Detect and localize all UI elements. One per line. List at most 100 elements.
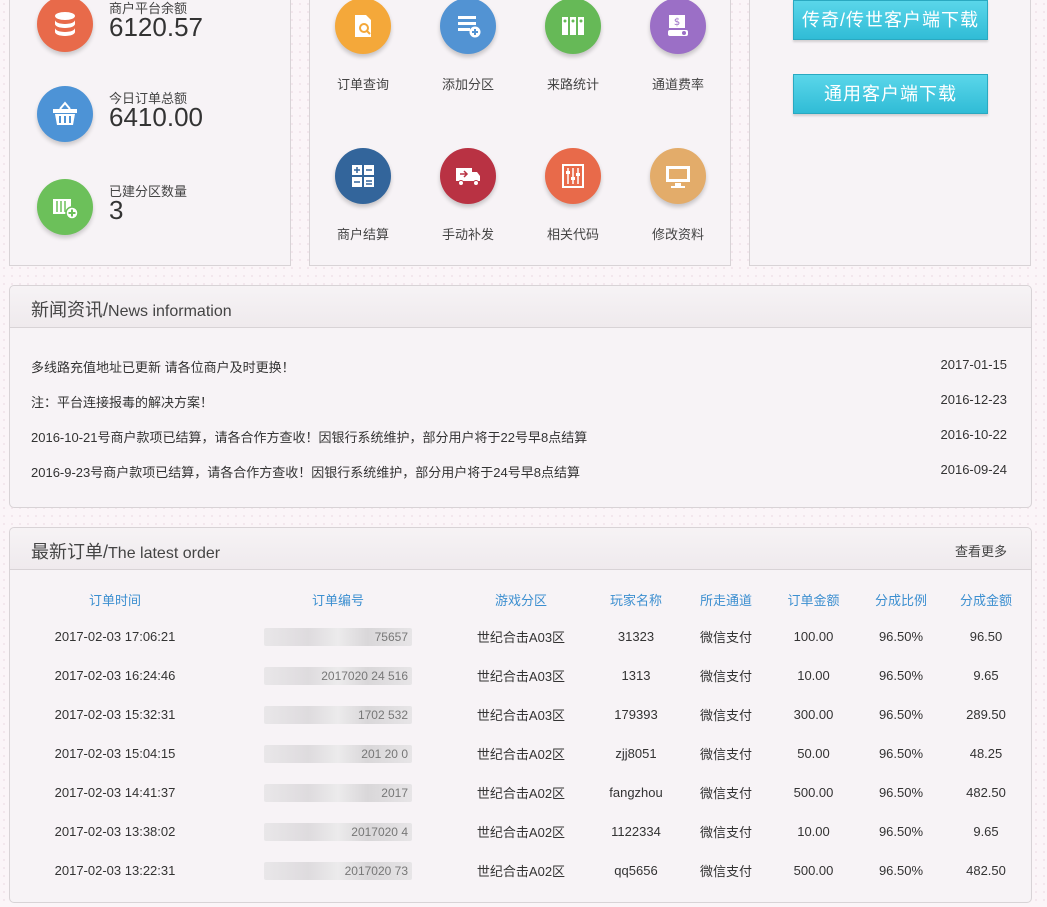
monitor-icon: [650, 148, 706, 204]
table-cell: 96.50%: [878, 863, 924, 878]
news-link[interactable]: 注：平台连接报毒的解决方案！: [31, 392, 213, 411]
table-cell: 世纪合击A03区: [476, 669, 566, 684]
shortcut-source-stats[interactable]: 来路统计: [528, 0, 618, 98]
news-date: 2017-01-15: [940, 357, 1008, 372]
table-cell: 179393: [614, 707, 658, 722]
table-header-row: 订单时间 订单编号 游戏分区 玩家名称 所走通道 订单金额 分成比例 分成金额: [10, 581, 1031, 617]
table-cell: 96.50: [969, 629, 1003, 644]
table-cell: 96.50%: [878, 707, 924, 722]
table-cell: 9.65: [973, 824, 999, 839]
stat-partitions: 已建分区数量 3: [37, 179, 287, 239]
table-cell: fangzhou: [609, 785, 663, 800]
table-cell: 96.50%: [878, 668, 924, 683]
shortcut-label: 添加分区: [441, 77, 494, 92]
orders-table-body: 2017-02-03 17:06:21 75657 世纪合击A03区 31323 微信支…: [10, 617, 1031, 890]
shortcut-label: 订单查询: [336, 77, 389, 92]
shortcut-panel: 订单查询 添加分区 来路统计 $ 通道费率 商户结算 手动补发 相关代码 修改资…: [309, 0, 731, 266]
column-header: 玩家名称: [609, 592, 662, 608]
shortcut-settlement[interactable]: 商户结算: [318, 148, 408, 248]
truck-icon: [440, 148, 496, 204]
table-cell: 1122334: [611, 824, 661, 839]
shortcut-label: 手动补发: [441, 227, 494, 242]
table-row[interactable]: 2017-02-03 17:06:21 75657 世纪合击A03区 31323 微信支…: [10, 617, 1031, 656]
table-cell: qq5656: [614, 863, 658, 878]
orders-panel: 最新订单/The latest order 查看更多 订单时间 订单编号 游戏分区 玩…: [9, 527, 1032, 903]
news-panel: 新闻资讯/News information 多线路充值地址已更新 请各位商户及时…: [9, 285, 1032, 508]
order-id-cell: 2017020 4: [220, 812, 456, 851]
table-cell: 2017-02-03 13:22:31: [54, 863, 176, 878]
news-item: 2016-9-23号商户款项已结算，请各合作方查收！因银行系统维护，部分用户将于…: [31, 462, 1007, 482]
order-id-cell: 75657: [220, 617, 456, 656]
table-cell: 10.00: [797, 668, 830, 683]
redacted-order-id: 2017020 73: [264, 861, 412, 880]
news-header: 新闻资讯/News information: [10, 286, 1031, 328]
news-item: 2016-10-21号商户款项已结算，请各合作方查收！因银行系统维护，部分用户将…: [31, 427, 1007, 447]
column-header: 所走通道: [699, 592, 752, 608]
table-cell: 微信支付: [699, 786, 752, 801]
stat-value: 3: [109, 195, 124, 225]
news-item: 注：平台连接报毒的解决方案！ 2016-12-23: [31, 392, 1007, 412]
table-row[interactable]: 2017-02-03 16:24:46 2017020 24 516 世纪合击A03…: [10, 656, 1031, 695]
view-more-link[interactable]: 查看更多: [955, 541, 1007, 560]
table-cell: 96.50%: [878, 746, 924, 761]
shortcut-manual-resend[interactable]: 手动补发: [423, 148, 513, 248]
shortcut-edit-profile[interactable]: 修改资料: [633, 148, 723, 248]
database-icon: [37, 0, 93, 52]
legend-client-download-button[interactable]: 传奇/传世客户端下载: [793, 0, 988, 40]
table-cell: 世纪合击A03区: [476, 708, 566, 723]
table-cell: 2017-02-03 16:24:46: [54, 668, 176, 683]
table-cell: 微信支付: [699, 747, 752, 762]
payment-icon: $: [650, 0, 706, 54]
shortcut-label: 修改资料: [651, 227, 704, 242]
stats-panel: 商户平台余额 6120.57 今日订单总额 6410.00 已建分区数量 3: [9, 0, 291, 266]
table-cell: 31323: [617, 629, 655, 644]
table-cell: 10.00: [797, 824, 830, 839]
news-link[interactable]: 2016-9-23号商户款项已结算，请各合作方查收！因银行系统维护，部分用户将于…: [31, 462, 580, 481]
orders-table: 订单时间 订单编号 游戏分区 玩家名称 所走通道 订单金额 分成比例 分成金额 2017-02…: [10, 581, 1031, 890]
order-id-cell: 2017020 24 516: [220, 656, 456, 695]
shortcut-label: 来路统计: [546, 77, 599, 92]
table-cell: 289.50: [966, 707, 1006, 722]
shortcut-related-code[interactable]: 相关代码: [528, 148, 618, 248]
table-cell: 96.50%: [878, 629, 924, 644]
table-row[interactable]: 2017-02-03 15:04:15 201 20 0 世纪合击A02区 zjj80…: [10, 734, 1031, 773]
order-id-cell: 1702 532: [220, 695, 456, 734]
equalizer-icon: [545, 148, 601, 204]
table-cell: 2017-02-03 15:32:31: [54, 707, 176, 722]
table-cell: zjj8051: [615, 746, 657, 761]
generic-client-download-button[interactable]: 通用客户端下载: [793, 74, 988, 114]
table-cell: 世纪合击A02区: [476, 864, 566, 879]
shortcut-label: 通道费率: [651, 77, 704, 92]
shortcut-label: 商户结算: [336, 227, 389, 242]
table-cell: 96.50%: [878, 785, 924, 800]
news-date: 2016-10-22: [940, 427, 1008, 442]
table-row[interactable]: 2017-02-03 14:41:37 2017 世纪合击A02区 fangzhou 微…: [10, 773, 1031, 812]
table-row[interactable]: 2017-02-03 15:32:31 1702 532 世纪合击A03区 17939…: [10, 695, 1031, 734]
table-cell: 500.00: [793, 785, 834, 800]
table-cell: 世纪合击A02区: [476, 786, 566, 801]
shortcut-channel-rate[interactable]: $ 通道费率: [633, 0, 723, 98]
table-row[interactable]: 2017-02-03 13:22:31 2017020 73 世纪合击A02区 qq5…: [10, 851, 1031, 890]
column-header: 游戏分区: [494, 592, 547, 608]
redacted-order-id: 201 20 0: [264, 744, 412, 763]
table-cell: 世纪合击A02区: [476, 747, 566, 762]
shortcut-order-query[interactable]: 订单查询: [318, 0, 408, 98]
table-cell: 482.50: [966, 863, 1006, 878]
column-header: 分成金额: [959, 592, 1012, 608]
table-cell: 1313: [621, 668, 651, 683]
stat-value: 6120.57: [109, 12, 203, 42]
news-link[interactable]: 2016-10-21号商户款项已结算，请各合作方查收！因银行系统维护，部分用户将…: [31, 427, 587, 446]
news-link[interactable]: 多线路充值地址已更新 请各位商户及时更换！: [31, 357, 295, 376]
svg-text:$: $: [674, 17, 680, 28]
table-cell: 微信支付: [699, 825, 752, 840]
table-cell: 48.25: [969, 746, 1003, 761]
order-id-cell: 2017: [220, 773, 456, 812]
columns-icon: [545, 0, 601, 54]
redacted-order-id: 75657: [264, 627, 412, 646]
news-title: 新闻资讯/News information: [31, 300, 232, 320]
table-row[interactable]: 2017-02-03 13:38:02 2017020 4 世纪合击A02区 1122…: [10, 812, 1031, 851]
shortcut-add-partition[interactable]: 添加分区: [423, 0, 513, 98]
column-header: 分成比例: [874, 592, 927, 608]
table-cell: 50.00: [797, 746, 830, 761]
table-cell: 96.50%: [878, 824, 924, 839]
